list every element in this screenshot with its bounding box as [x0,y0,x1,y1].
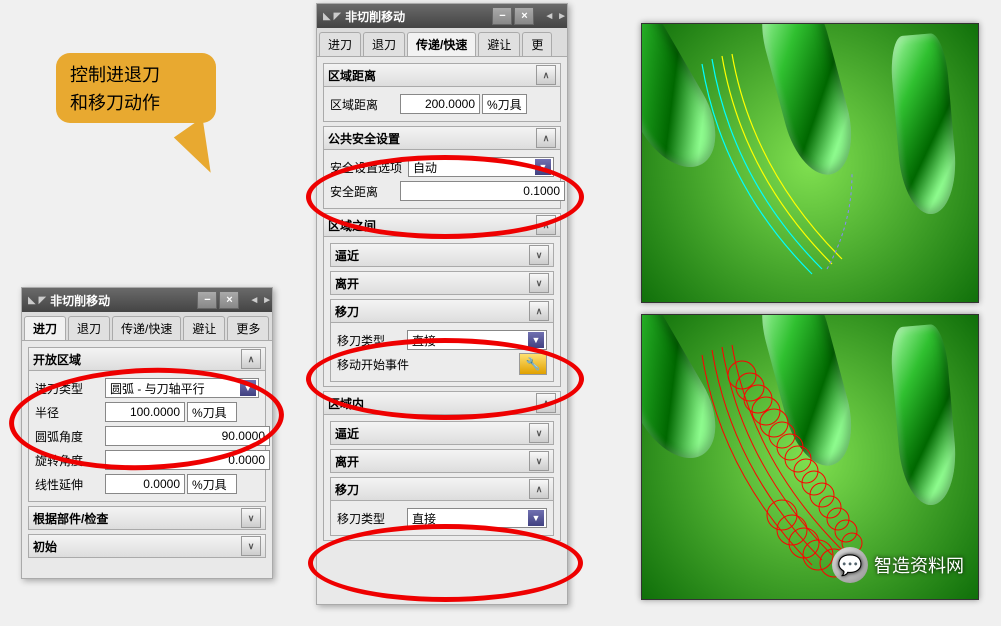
chevron-down-icon: ∨ [529,273,549,293]
move-start-event-label: 移动开始事件 [337,356,427,373]
center-title: 非切削移动 [345,8,405,25]
left-titlebar: ◣ ◤ 非切削移动 − × ◄ ► [22,288,272,312]
move-sub[interactable]: 移刀 ∧ [330,299,554,323]
move-type-select[interactable]: 直接 ▼ [407,330,547,350]
chevron-up-icon: ∧ [241,349,261,369]
minimize-button[interactable]: − [197,291,217,309]
radius-unit-select[interactable]: %刀具 [187,402,237,422]
viewport-top[interactable] [641,23,979,303]
left-tabs: 进刀 退刀 传递/快速 避让 更多 [22,312,272,341]
left-dialog: ◣ ◤ 非切削移动 − × ◄ ► 进刀 退刀 传递/快速 避让 更多 开放区域… [21,287,273,579]
tab-transfer[interactable]: 传递/快速 [407,32,476,56]
dropdown-icon: ▼ [240,380,256,396]
tab-avoid[interactable]: 避让 [478,32,520,56]
tab-retract[interactable]: 退刀 [363,32,405,56]
safe-option-label: 安全设置选项 [330,159,408,176]
tab-transfer[interactable]: 传递/快速 [112,316,181,340]
move-type-label2: 移刀类型 [337,510,407,527]
chevron-down-icon: ∨ [529,245,549,265]
arc-angle-label: 圆弧角度 [35,428,105,445]
callout-bubble: 控制进退刀 和移刀动作 [56,53,216,123]
arc-angle-input[interactable] [105,426,270,446]
center-tabs: 进刀 退刀 传递/快速 避让 更 [317,28,567,57]
approach-sub2[interactable]: 逼近 ∨ [330,421,554,445]
rotate-angle-label: 旋转角度 [35,452,105,469]
left-title: 非切削移动 [50,292,110,309]
approach-sub[interactable]: 逼近 ∨ [330,243,554,267]
move-sub2[interactable]: 移刀 ∧ [330,477,554,501]
chevron-up-icon: ∧ [536,128,556,148]
watermark: 💬 智造资料网 [832,547,964,583]
radius-label: 半径 [35,404,105,421]
chevron-up-icon: ∧ [529,479,549,499]
approach-type-select[interactable]: 圆弧 - 与刀轴平行 ▼ [105,378,259,398]
chevron-down-icon: ∨ [241,536,261,556]
callout-line1: 控制进退刀 [70,61,202,89]
region-dist-input[interactable] [400,94,480,114]
chevron-down-icon: ∨ [241,508,261,528]
dropdown-icon: ▼ [535,159,551,175]
move-type-select2[interactable]: 直接 ▼ [407,508,547,528]
center-titlebar: ◣ ◤ 非切削移动 − × ◄ ► [317,4,567,28]
leave-sub[interactable]: 离开 ∨ [330,271,554,295]
chevron-up-icon: ∧ [536,65,556,85]
chevron-down-icon: ∨ [529,423,549,443]
linear-ext-label: 线性延伸 [35,476,105,493]
rotate-angle-input[interactable] [105,450,270,470]
chevron-down-icon: ∨ [529,451,549,471]
between-regions-header[interactable]: 区域之间 ∧ [323,213,561,237]
linear-ext-input[interactable] [105,474,185,494]
tab-retract[interactable]: 退刀 [68,316,110,340]
region-dist-header[interactable]: 区域距离 ∧ [323,63,561,87]
safe-dist-label: 安全距离 [330,183,400,200]
move-type-label: 移刀类型 [337,332,407,349]
tab-approach[interactable]: 进刀 [24,316,66,340]
tab-approach[interactable]: 进刀 [319,32,361,56]
tab-more[interactable]: 更多 [227,316,269,340]
toolpath-top [642,24,978,302]
callout-line2: 和移刀动作 [70,89,202,117]
region-dist-unit[interactable]: %刀具 [482,94,527,114]
wrench-icon[interactable]: 🔧 [519,353,547,375]
linear-ext-unit-select[interactable]: %刀具 [187,474,237,494]
chevron-up-icon: ∧ [536,393,556,413]
tab-avoid[interactable]: 避让 [183,316,225,340]
radius-input[interactable] [105,402,185,422]
region-dist-label: 区域距离 [330,96,400,113]
dropdown-icon: ▼ [528,510,544,526]
initial-header[interactable]: 初始 ∨ [28,534,266,558]
dropdown-icon: ▼ [528,332,544,348]
chevron-up-icon: ∧ [536,215,556,235]
root-check-header[interactable]: 根据部件/检查 ∨ [28,506,266,530]
safe-dist-input[interactable] [400,181,565,201]
close-button[interactable]: × [514,7,534,25]
leave-sub2[interactable]: 离开 ∨ [330,449,554,473]
in-region-header[interactable]: 区域内 ∧ [323,391,561,415]
wechat-icon: 💬 [832,547,868,583]
common-safe-header[interactable]: 公共安全设置 ∧ [323,126,561,150]
viewport-bottom[interactable]: 💬 智造资料网 [641,314,979,600]
chevron-up-icon: ∧ [529,301,549,321]
center-dialog: ◣ ◤ 非切削移动 − × ◄ ► 进刀 退刀 传递/快速 避让 更 区域距离 … [316,3,568,605]
tab-more[interactable]: 更 [522,32,552,56]
open-region-header[interactable]: 开放区域 ∧ [28,347,266,371]
close-button[interactable]: × [219,291,239,309]
safe-option-select[interactable]: 自动 ▼ [408,157,554,177]
approach-type-label: 进刀类型 [35,380,105,397]
minimize-button[interactable]: − [492,7,512,25]
callout-tail [174,117,231,178]
